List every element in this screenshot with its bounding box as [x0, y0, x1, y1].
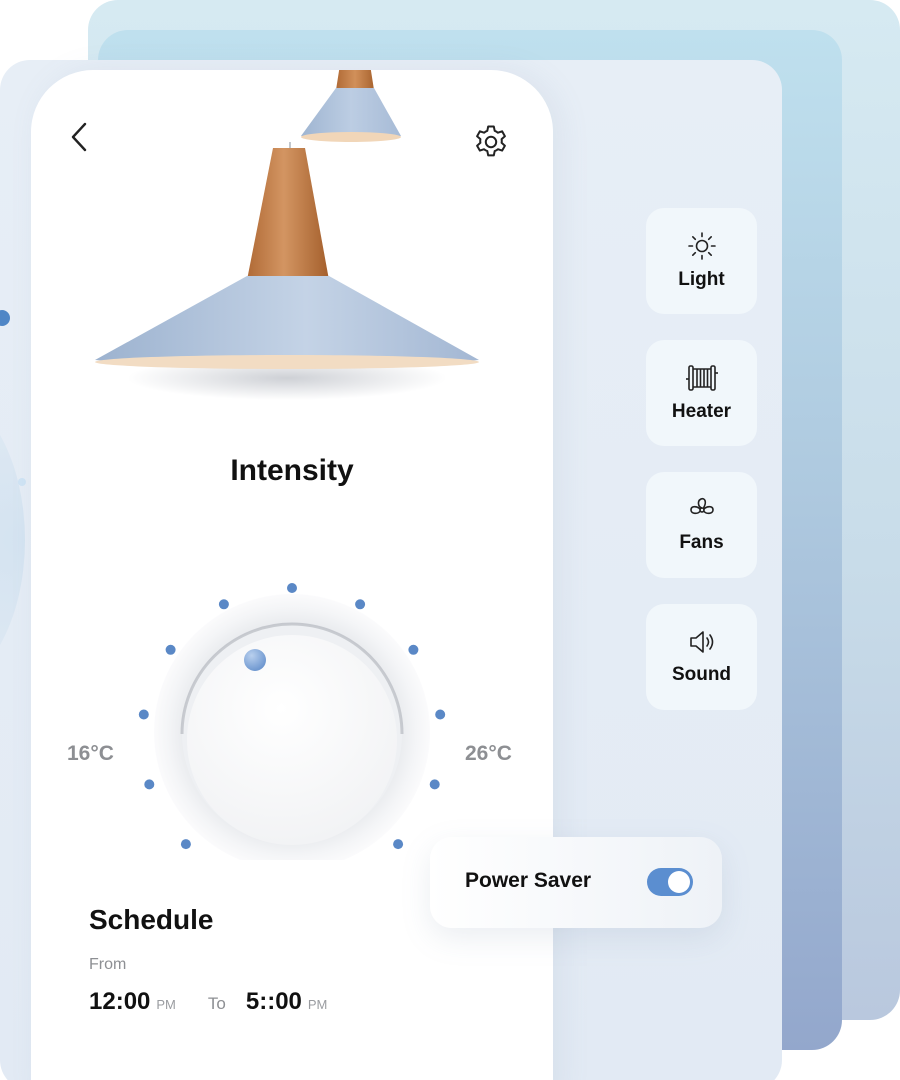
schedule-to-time[interactable]: 5::00 — [246, 988, 302, 1016]
dial-tick-dot — [180, 839, 191, 850]
toggle-knob — [668, 871, 690, 893]
large-pendant-lamp-image — [95, 142, 479, 400]
dial-tick-dot — [435, 709, 446, 720]
speaker-icon — [689, 631, 713, 653]
device-item-heater[interactable]: Heater — [646, 340, 757, 446]
dial-tick-dot — [165, 644, 176, 655]
power-saver-toggle[interactable] — [647, 868, 693, 896]
dial-tick-dot — [218, 599, 229, 610]
lamp-control-card: Intensity 16°C 26°C Schedule From 12:00 … — [31, 70, 553, 1080]
intensity-dial[interactable] — [31, 520, 553, 860]
dial-tick-dot — [355, 599, 366, 610]
power-saver-card: Power Saver — [430, 837, 722, 928]
schedule-title: Schedule — [89, 904, 214, 935]
dial-tick-dot — [393, 839, 404, 850]
temperature-max-label: 26°C — [465, 742, 512, 765]
sun-icon — [687, 232, 716, 260]
schedule-to-ampm: PM — [307, 997, 328, 1012]
dial-tick-dot — [144, 779, 155, 790]
edge-glow — [0, 390, 25, 690]
intensity-title: Intensity — [230, 454, 354, 487]
dial-tick-dot — [287, 583, 297, 593]
schedule-from-label: From — [89, 956, 127, 973]
schedule-from-time[interactable]: 12:00 — [89, 988, 150, 1016]
radiator-icon — [685, 365, 718, 391]
power-saver-label: Power Saver — [465, 869, 592, 892]
edge-dot — [0, 310, 10, 326]
schedule-to-label: To — [207, 994, 226, 1013]
device-label-sound: Sound — [671, 664, 732, 685]
schedule-time-row: 12:00 PM To 5::00 PM — [89, 988, 327, 1016]
device-label-fans: Fans — [679, 532, 724, 553]
dial-tick-dot — [138, 709, 149, 720]
device-item-sound[interactable]: Sound — [646, 604, 757, 710]
dial-tick-dot — [408, 644, 419, 655]
dial-tick-dot — [429, 779, 440, 790]
device-item-fans[interactable]: Fans — [646, 472, 757, 578]
device-label-heater: Heater — [671, 401, 732, 422]
fan-icon — [689, 497, 714, 515]
device-label-light: Light — [678, 269, 725, 290]
intensity-dial-area: 16°C 26°C — [31, 520, 553, 860]
edge-dot-small — [18, 478, 26, 486]
schedule-from-ampm: PM — [156, 997, 176, 1012]
dial-knob — [187, 635, 397, 845]
device-item-light[interactable]: Light — [646, 208, 757, 314]
dial-indicator — [244, 649, 266, 671]
temperature-min-label: 16°C — [67, 742, 114, 765]
